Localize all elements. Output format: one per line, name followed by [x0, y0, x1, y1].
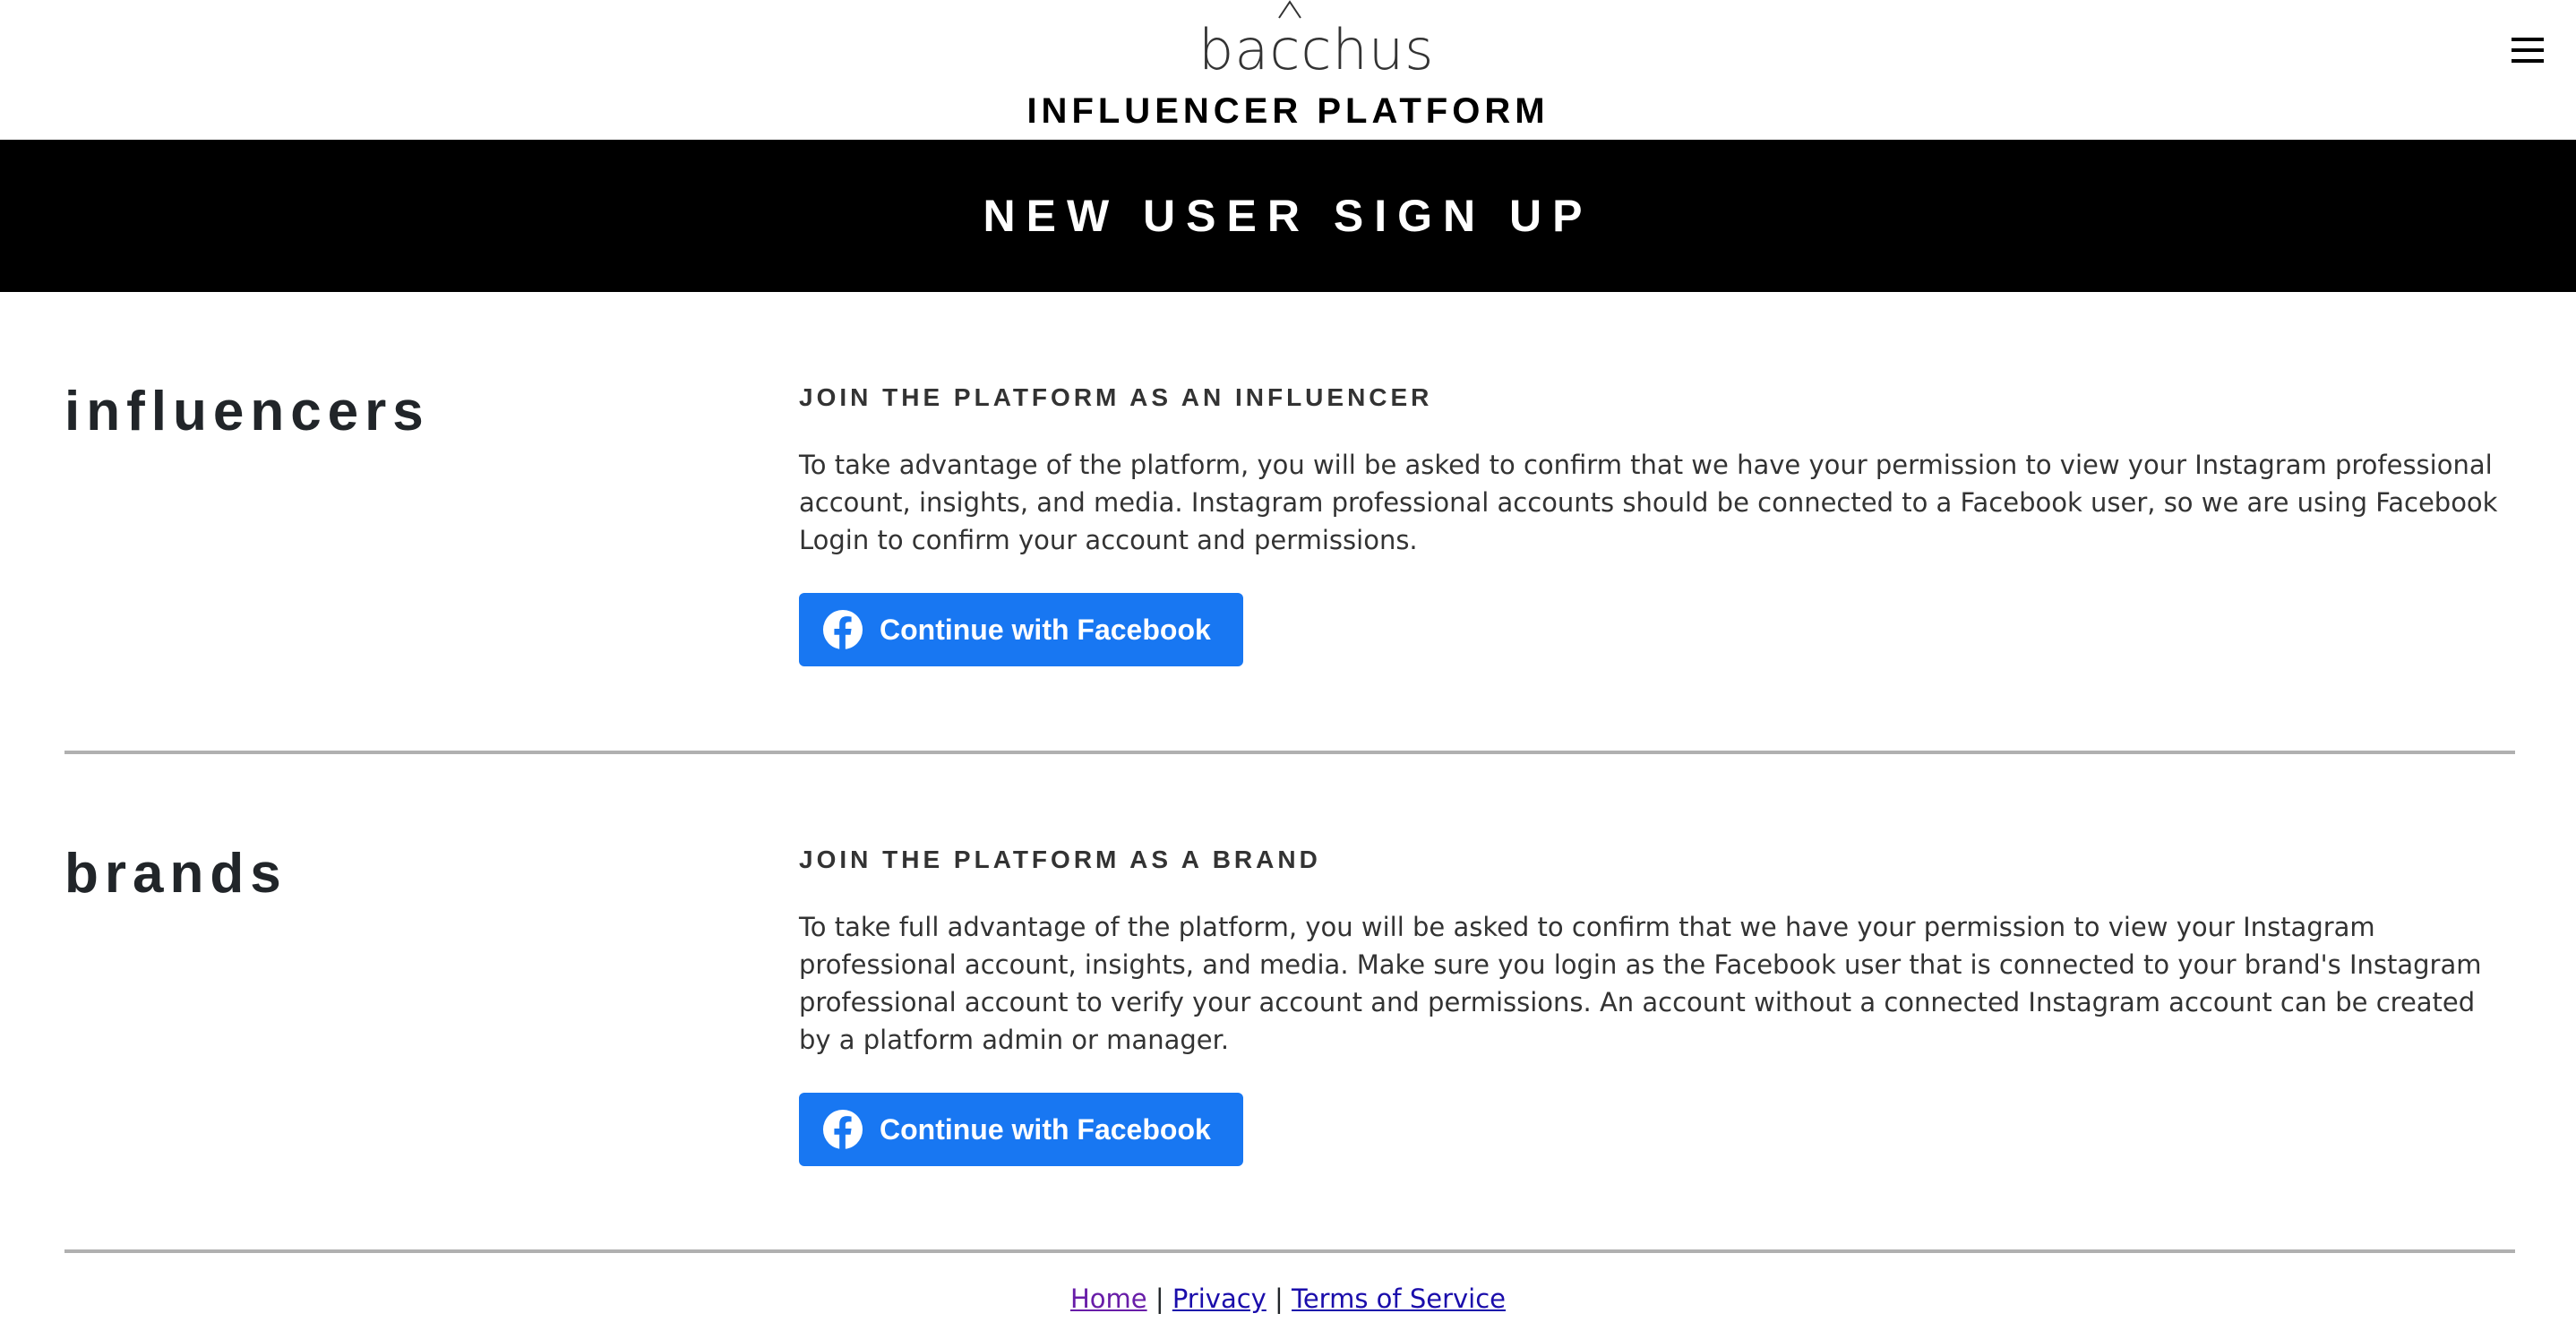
platform-title: INFLUENCER PLATFORM: [1026, 91, 1550, 131]
site-footer: Home | Privacy | Terms of Service: [0, 1275, 2576, 1322]
influencer-facebook-login-button[interactable]: Continue with Facebook: [799, 593, 1243, 666]
footer-separator: |: [1155, 1283, 1164, 1314]
influencers-body: JOIN THE PLATFORM AS AN INFLUENCER To ta…: [799, 382, 2515, 666]
brand-facebook-login-button[interactable]: Continue with Facebook: [799, 1093, 1243, 1166]
site-header: bacchus INFLUENCER PLATFORM: [0, 0, 2576, 140]
footer-terms-link[interactable]: Terms of Service: [1292, 1283, 1506, 1314]
influencers-heading: influencers: [64, 381, 430, 442]
page-banner: NEW USER SIGN UP: [0, 140, 2576, 292]
bacchus-logo[interactable]: bacchus: [1198, 0, 1435, 82]
brands-description: To take full advantage of the platform, …: [799, 912, 2482, 1055]
facebook-logo-icon: [822, 609, 863, 650]
footer-home-link[interactable]: Home: [1070, 1283, 1147, 1314]
footer-separator: |: [1275, 1283, 1284, 1314]
page-title: NEW USER SIGN UP: [983, 191, 1593, 241]
brands-heading: brands: [64, 843, 288, 905]
footer-divider: [64, 1249, 2515, 1253]
footer-privacy-link[interactable]: Privacy: [1172, 1283, 1267, 1314]
influencer-facebook-button-label: Continue with Facebook: [880, 613, 1211, 646]
brands-subheading: JOIN THE PLATFORM AS A BRAND: [799, 846, 1321, 873]
brand-facebook-button-label: Continue with Facebook: [880, 1112, 1211, 1146]
facebook-logo-icon: [822, 1109, 863, 1150]
influencers-description: To take advantage of the platform, you w…: [799, 450, 2498, 555]
influencers-subheading: JOIN THE PLATFORM AS AN INFLUENCER: [799, 383, 1433, 411]
brands-body: JOIN THE PLATFORM AS A BRAND To take ful…: [799, 844, 2515, 1166]
hamburger-menu-icon[interactable]: [2508, 34, 2547, 66]
brands-section: brands JOIN THE PLATFORM AS A BRAND To t…: [64, 754, 2515, 1254]
influencers-section: influencers JOIN THE PLATFORM AS AN INFL…: [64, 292, 2515, 754]
logo-text: bacchus: [1198, 17, 1435, 82]
